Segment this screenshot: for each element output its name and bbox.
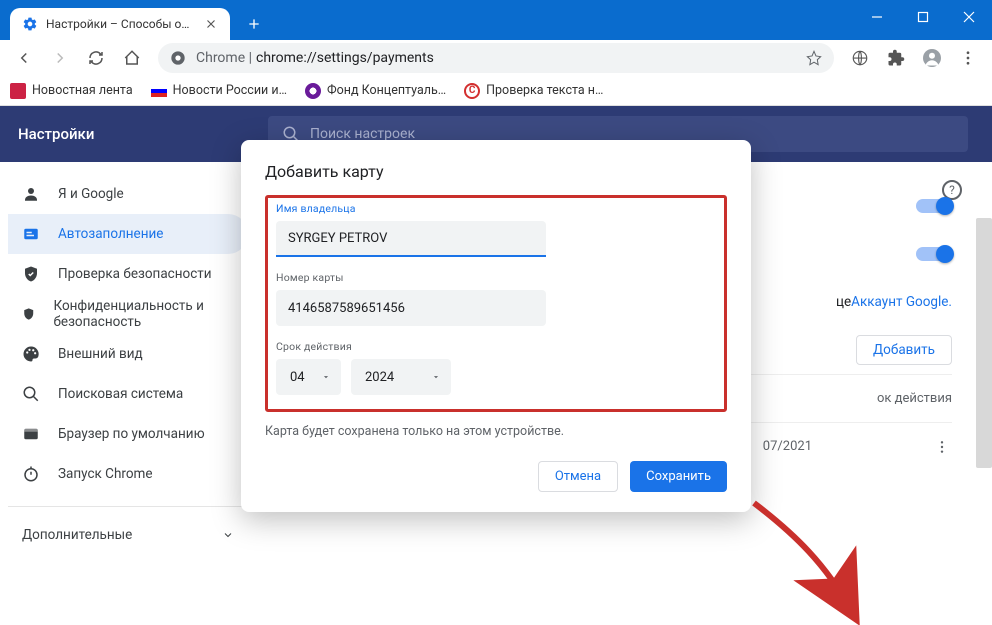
home-button[interactable] <box>116 42 148 74</box>
bookmark-item[interactable]: Фонд Концептуаль… <box>305 83 446 99</box>
sidebar-item-safety-check[interactable]: Проверка безопасности <box>8 254 248 294</box>
settings-title: Настройки <box>18 125 268 143</box>
expiry-column-header: ок действия <box>877 391 952 406</box>
card-actions-menu[interactable] <box>932 437 952 457</box>
close-window-button[interactable] <box>946 0 992 34</box>
chrome-icon <box>170 50 186 66</box>
add-card-dialog: Добавить карту Имя владельца Номер карты… <box>241 140 751 512</box>
maximize-button[interactable] <box>900 0 946 34</box>
cardholder-name-input[interactable] <box>276 221 546 257</box>
highlighted-form-area: Имя владельца Номер карты Срок действия … <box>265 195 727 412</box>
browser-tab[interactable]: Настройки – Способы оплаты <box>10 8 230 40</box>
cancel-button[interactable]: Отмена <box>538 461 618 492</box>
scrollbar[interactable] <box>976 218 992 468</box>
titlebar: Настройки – Способы оплаты <box>0 0 992 40</box>
bookmark-label: Новостная лента <box>32 83 133 98</box>
bookmark-item[interactable]: CПроверка текста н… <box>464 83 603 99</box>
settings-gear-icon <box>22 16 38 32</box>
url-toolbar: Chrome | chrome://settings/payments <box>0 40 992 76</box>
bookmarks-bar: Новостная лента Новости России и… Фонд К… <box>0 76 992 106</box>
bookmark-label: Проверка текста н… <box>486 83 603 98</box>
chevron-down-icon <box>321 372 331 382</box>
sidebar-item-advanced[interactable]: Дополнительные <box>8 515 248 555</box>
sidebar-item-startup[interactable]: Запуск Chrome <box>8 454 248 494</box>
bookmark-label: Новости России и… <box>173 83 287 98</box>
url-path: chrome://settings/payments <box>256 50 434 66</box>
sidebar-item-search[interactable]: Поисковая система <box>8 374 248 414</box>
window-controls <box>854 0 992 34</box>
card-number-input[interactable] <box>276 290 546 326</box>
add-card-button[interactable]: Добавить <box>856 335 952 365</box>
number-label: Номер карты <box>276 271 716 284</box>
url-protocol: Chrome | <box>196 50 252 66</box>
profile-avatar[interactable] <box>916 42 948 74</box>
sidebar-item-appearance[interactable]: Внешний вид <box>8 334 248 374</box>
kebab-menu[interactable] <box>952 42 984 74</box>
bookmark-item[interactable]: Новости России и… <box>151 83 287 98</box>
dialog-title: Добавить карту <box>265 162 727 181</box>
sidebar-item-default-browser[interactable]: Браузер по умолчанию <box>8 414 248 454</box>
expiry-month-select[interactable]: 04 <box>276 359 341 395</box>
minimize-button[interactable] <box>854 0 900 34</box>
url-input[interactable]: Chrome | chrome://settings/payments <box>158 43 834 73</box>
sidebar-item-you-and-google[interactable]: Я и Google <box>8 174 248 214</box>
name-label: Имя владельца <box>276 202 716 215</box>
promo-text: це <box>836 294 851 310</box>
google-account-link[interactable]: Аккаунт Google. <box>851 294 952 310</box>
save-button[interactable]: Сохранить <box>630 461 727 492</box>
toggle-autofill-addresses[interactable] <box>916 199 952 213</box>
forward-button[interactable] <box>44 42 76 74</box>
globe-icon[interactable] <box>844 42 876 74</box>
dialog-note: Карта будет сохранена только на этом уст… <box>265 424 727 439</box>
reload-button[interactable] <box>80 42 112 74</box>
close-icon[interactable] <box>204 17 218 31</box>
new-tab-button[interactable] <box>240 10 268 38</box>
sidebar-item-autofill[interactable]: Автозаполнение <box>8 214 248 254</box>
toggle-save-cards[interactable] <box>916 247 952 261</box>
sidebar-item-privacy[interactable]: Конфиденциальность и безопасность <box>8 294 248 334</box>
bookmark-item[interactable]: Новостная лента <box>10 83 133 99</box>
expiry-label: Срок действия <box>276 340 716 353</box>
extensions-icon[interactable] <box>880 42 912 74</box>
settings-sidebar: Я и Google Автозаполнение Проверка безоп… <box>0 162 256 573</box>
back-button[interactable] <box>8 42 40 74</box>
chevron-down-icon <box>222 529 234 541</box>
chevron-down-icon <box>431 372 441 382</box>
expiry-year-select[interactable]: 2024 <box>351 359 451 395</box>
tab-title: Настройки – Способы оплаты <box>46 17 196 31</box>
bookmark-star-icon[interactable] <box>806 50 822 66</box>
bookmark-label: Фонд Концептуаль… <box>327 83 446 98</box>
saved-card-expiry: 07/2021 <box>763 439 812 454</box>
